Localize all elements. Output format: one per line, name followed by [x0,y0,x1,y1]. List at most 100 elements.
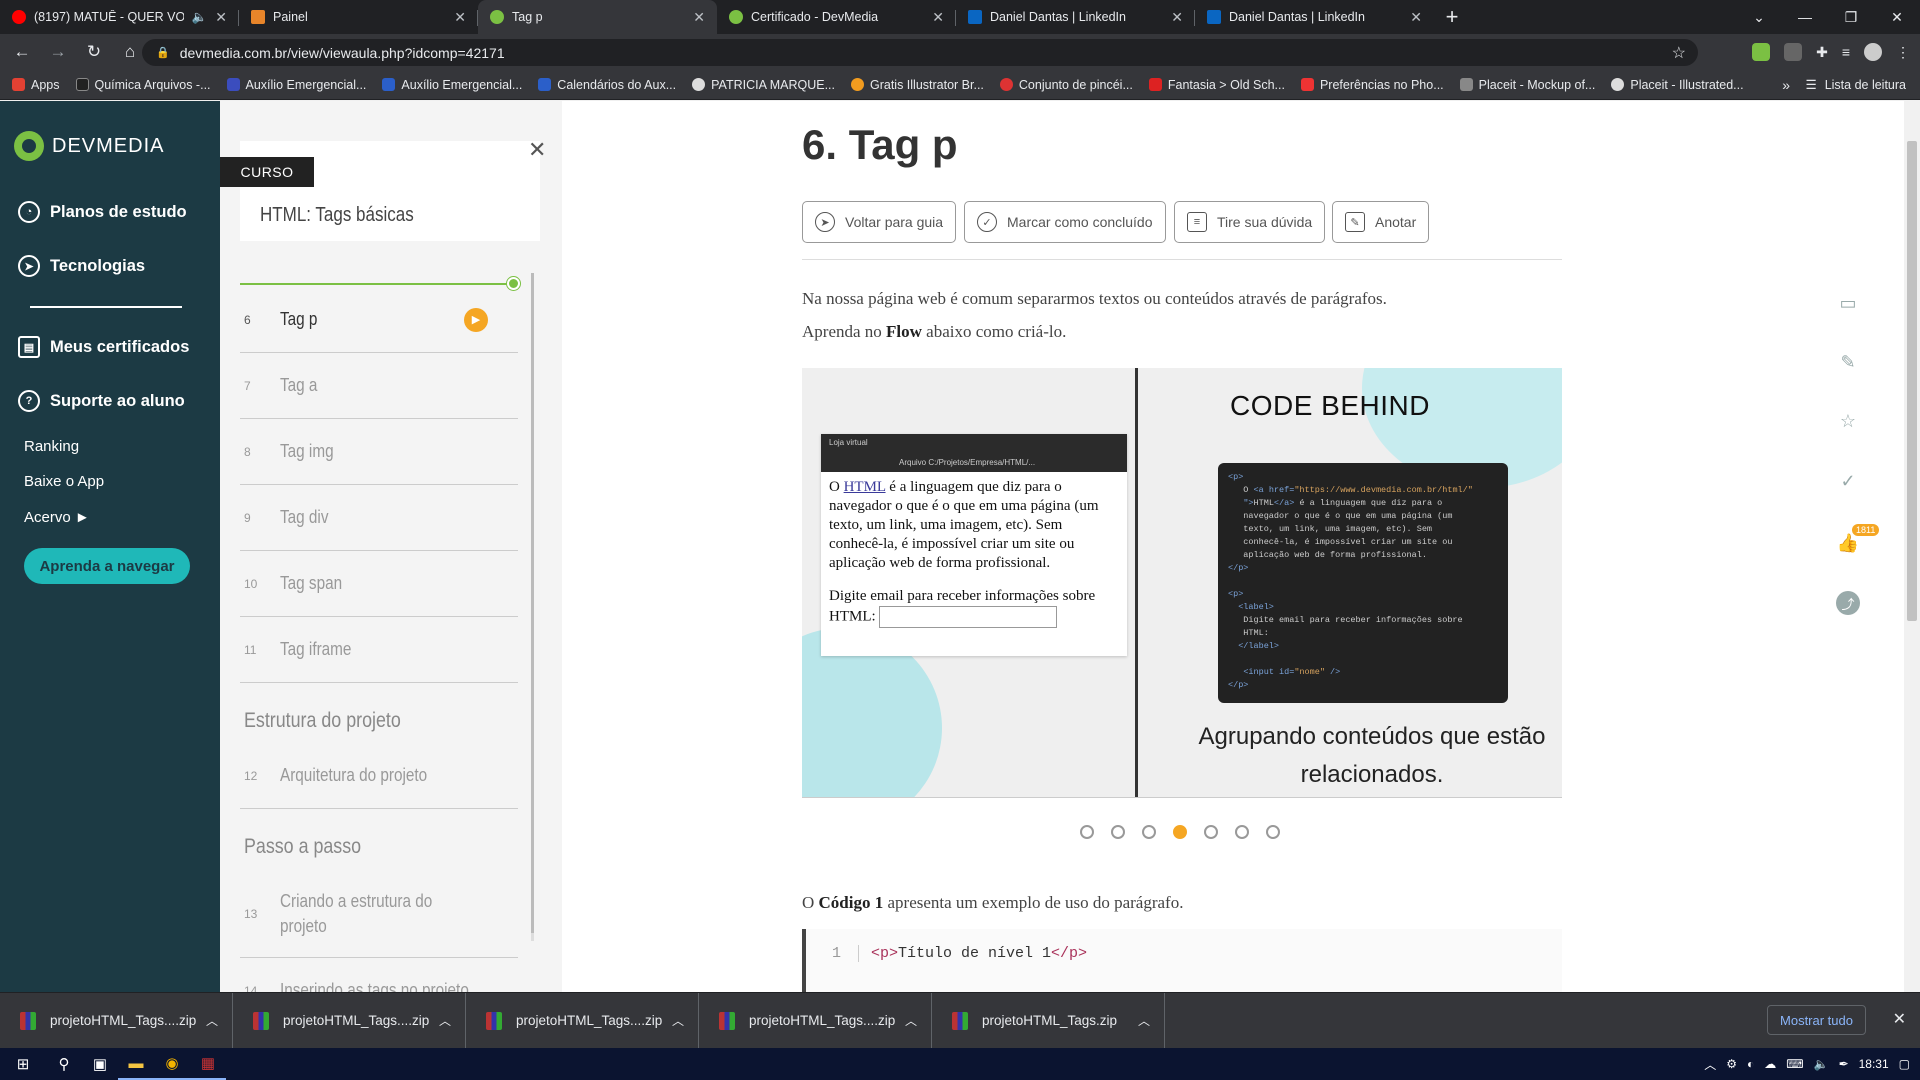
notes-icon[interactable]: ✎ [1836,350,1860,374]
nav-baixe-o-app[interactable]: Baixe o App [24,473,104,490]
chevron-up-icon[interactable]: ︿ [672,1012,684,1029]
show-all-downloads-button[interactable]: Mostrar tudo [1767,1005,1866,1035]
favorite-star-icon[interactable]: ☆ [1836,409,1860,433]
nav-tecnologias[interactable]: ➤ Tecnologias [18,255,145,277]
comments-icon[interactable]: ▭ [1836,291,1860,315]
nav-meus-certificados[interactable]: ▤ Meus certificados [18,336,189,358]
nav-ranking[interactable]: Ranking [24,438,79,455]
chevron-up-icon[interactable]: ︿ [905,1012,917,1029]
slide-dot-3[interactable] [1142,825,1156,839]
chrome-icon[interactable]: ◉ [154,1048,190,1080]
pen-icon[interactable]: ✒ [1839,1057,1849,1071]
lesson-item[interactable]: 11 Tag iframe [240,617,518,683]
page-scrollbar[interactable] [1904,101,1920,992]
slide-dot-1[interactable] [1080,825,1094,839]
lesson-item[interactable]: 14 Inserindo as tags no projeto [240,958,518,992]
nav-acervo[interactable]: Acervo ► [24,509,90,526]
lesson-item[interactable]: 10 Tag span [240,551,518,617]
voltar-para-guia-button[interactable]: ➤ Voltar para guia [802,201,957,243]
restore-button[interactable]: ❐ [1828,9,1874,26]
chevron-up-icon[interactable]: ︿ [1138,1012,1150,1029]
tray-app-icon[interactable]: ☁ [1764,1057,1776,1071]
close-tab-icon[interactable]: ✕ [1171,9,1183,26]
browser-tab-tag-p[interactable]: Tag p ✕ [478,0,717,34]
puzzle-icon[interactable]: ✚ [1816,44,1828,61]
chevron-up-icon[interactable]: ︿ [206,1012,218,1029]
anotar-button[interactable]: ✎ Anotar [1332,201,1430,243]
media-control-icon[interactable]: ≡ [1842,44,1850,60]
bookmark-item[interactable]: PATRICIA MARQUE... [692,78,835,92]
menu-icon[interactable]: ⋮ [1896,44,1910,61]
close-tab-icon[interactable]: ✕ [1410,9,1422,26]
tray-app-icon[interactable]: ⚙ [1726,1057,1737,1071]
slide-dot-7[interactable] [1266,825,1280,839]
forward-icon[interactable]: → [44,42,72,62]
reload-icon[interactable]: ↻ [80,42,108,62]
bookmark-apps[interactable]: Apps [12,78,60,92]
address-bar[interactable]: 🔒 devmedia.com.br/view/viewaula.php?idco… [142,39,1698,66]
windows-start-icon[interactable]: ⊞ [0,1048,46,1080]
close-tab-icon[interactable]: ✕ [932,9,944,26]
clock[interactable]: 18:31 [1859,1057,1889,1071]
close-tab-icon[interactable]: ✕ [454,9,466,26]
tab-search-icon[interactable]: ⌄ [1736,9,1782,26]
close-tab-icon[interactable]: ✕ [693,9,705,26]
audio-icon[interactable]: 🔈 [192,10,208,25]
task-view-icon[interactable]: ▣ [82,1048,118,1080]
bookmark-item[interactable]: Placeit - Mockup of... [1459,78,1595,92]
panel-scroll-thumb[interactable] [531,273,534,933]
lesson-item[interactable]: 13 Criando a estrutura do projeto [240,870,518,958]
bookmark-item[interactable]: Calendários do Aux... [538,78,676,92]
bookmark-item[interactable]: Preferências no Pho... [1300,78,1444,92]
play-icon[interactable]: ▶ [464,307,488,332]
slide-dot-2[interactable] [1111,825,1125,839]
slide-dot-4[interactable] [1173,825,1187,839]
bookmark-item[interactable]: Auxílio Emergencial... [382,78,522,92]
tray-chevron-icon[interactable]: ︿ [1704,1056,1716,1073]
lesson-item[interactable]: 9 Tag div [240,485,518,551]
lesson-item[interactable]: 8 Tag img [240,419,518,485]
close-panel-icon[interactable]: ✕ [528,137,546,163]
browser-tab-certificado[interactable]: Certificado - DevMedia ✕ [717,0,956,34]
slide-dot-6[interactable] [1235,825,1249,839]
aprenda-a-navegar-button[interactable]: Aprenda a navegar [24,548,190,584]
bookmark-item[interactable]: Química Arquivos -... [75,78,211,92]
download-item[interactable]: projetoHTML_Tags....zip ︿ [466,992,699,1049]
lesson-item[interactable]: 12 Arquitetura do projeto [240,743,518,809]
nav-suporte-ao-aluno[interactable]: ? Suporte ao aluno [18,390,185,412]
search-icon[interactable]: ⚲ [46,1048,82,1080]
download-item[interactable]: projetoHTML_Tags.zip ︿ [932,992,1165,1049]
bookmark-item[interactable]: Placeit - Illustrated... [1611,78,1744,92]
page-scroll-thumb[interactable] [1907,141,1917,621]
download-item[interactable]: projetoHTML_Tags....zip ︿ [233,992,466,1049]
file-explorer-icon[interactable]: ▬ [118,1048,154,1080]
close-shelf-icon[interactable]: ✕ [1893,1009,1906,1029]
more-bookmarks-button[interactable]: » [1782,77,1790,93]
download-item[interactable]: projetoHTML_Tags....zip ︿ [699,992,932,1049]
share-icon[interactable]: ⤴ [1836,591,1860,615]
download-item[interactable]: projetoHTML_Tags....zip ︿ [0,992,233,1049]
winrar-icon[interactable]: ▦ [190,1048,226,1080]
lesson-item-tag-p[interactable]: 6 Tag p ▶ [240,287,518,353]
lesson-item[interactable]: 7 Tag a [240,353,518,419]
chevron-up-icon[interactable]: ︿ [439,1012,451,1029]
close-window-button[interactable]: ✕ [1874,9,1920,26]
back-icon[interactable]: ← [8,42,36,62]
browser-tab-linkedin-1[interactable]: Daniel Dantas | LinkedIn ✕ [956,0,1195,34]
bookmark-item[interactable]: Auxílio Emergencial... [226,78,366,92]
nav-planos-de-estudo[interactable]: ◔ Planos de estudo [18,201,187,223]
close-tab-icon[interactable]: ✕ [215,9,227,26]
bookmark-star-icon[interactable]: ☆ [1672,43,1686,63]
bookmark-item[interactable]: Gratis Illustrator Br... [850,78,984,92]
network-icon[interactable]: ⌨ [1786,1057,1803,1071]
minimize-button[interactable]: — [1782,9,1828,25]
browser-tab-youtube[interactable]: (8197) MATUÊ - QUER VOAR🔈✕ [0,0,239,34]
browser-tab-painel[interactable]: Painel ✕ [239,0,478,34]
extension-icon[interactable] [1752,43,1771,61]
bookmark-item[interactable]: Fantasia > Old Sch... [1148,78,1285,92]
tray-app-icon[interactable]: ◐ [1747,1057,1754,1071]
slide-dot-5[interactable] [1204,825,1218,839]
bookmark-item[interactable]: Conjunto de pincéi... [999,78,1133,92]
new-tab-button[interactable]: + [1434,0,1470,34]
marcar-como-concluido-button[interactable]: ✓ Marcar como concluído [964,201,1166,243]
